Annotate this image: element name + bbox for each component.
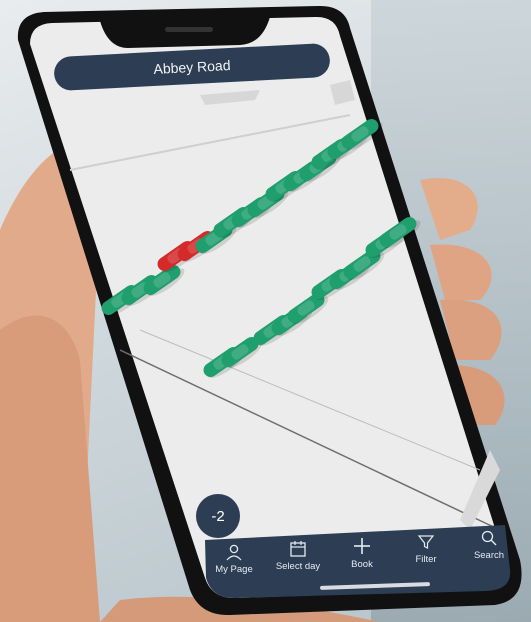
tab-book[interactable]: Book	[327, 536, 397, 570]
tab-label: My Page	[215, 564, 253, 575]
tab-filter[interactable]: Filter	[391, 533, 461, 565]
tab-search[interactable]: Search	[454, 529, 524, 561]
tab-label: Book	[351, 559, 373, 570]
tab-label: Filter	[415, 554, 437, 565]
tab-select-day[interactable]: Select day	[263, 540, 333, 572]
user-icon	[226, 544, 242, 561]
parking-map	[101, 118, 421, 378]
filter-icon	[417, 535, 435, 549]
calendar-icon	[290, 541, 306, 557]
plus-icon	[354, 538, 370, 554]
tab-label: Select day	[275, 561, 321, 572]
tab-my-page[interactable]: My Page	[199, 543, 269, 575]
tab-label: Search	[473, 550, 505, 561]
search-icon	[481, 530, 497, 546]
location-title-text: Abbey Road	[153, 56, 231, 78]
floor-label: -2	[211, 507, 225, 525]
floor-selector-button[interactable]: -2	[196, 494, 240, 538]
